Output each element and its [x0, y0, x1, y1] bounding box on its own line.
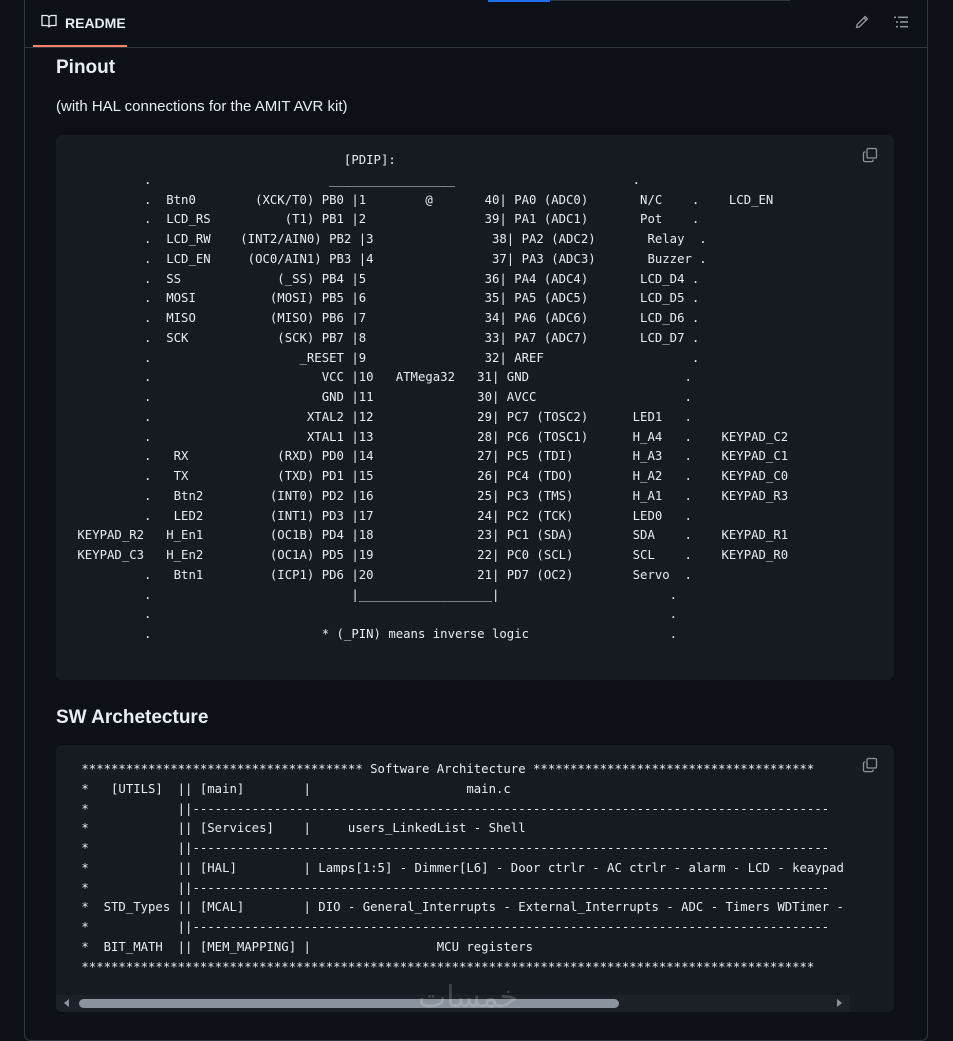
scroll-right-arrow-icon[interactable] [837, 999, 842, 1007]
readme-header: README [25, 0, 927, 48]
watermark-logo: خمسات [418, 980, 519, 1015]
pinout-code: [PDIP]: . _________________ . . Btn0 (XC… [77, 153, 789, 641]
tab-readme[interactable]: README [33, 0, 127, 47]
tab-readme-label: README [65, 14, 126, 31]
edit-button[interactable] [852, 14, 872, 34]
book-icon [41, 13, 57, 32]
copy-pinout-button[interactable] [860, 147, 880, 167]
architecture-heading: SW Archetecture [56, 707, 209, 728]
pinout-heading: Pinout [56, 57, 116, 78]
outline-button[interactable] [891, 14, 911, 34]
architecture-code-block: ************************************** S… [56, 745, 894, 1012]
pencil-icon [854, 14, 870, 35]
scroll-left-arrow-icon[interactable] [64, 999, 69, 1007]
copy-icon [862, 757, 878, 778]
architecture-code-viewport[interactable]: ************************************** S… [56, 745, 850, 995]
architecture-code: ************************************** S… [81, 762, 844, 974]
pinout-subtitle: (with HAL connections for the AMIT AVR k… [56, 98, 348, 115]
copy-icon [862, 147, 878, 168]
scrollbar-thumb[interactable] [79, 999, 619, 1008]
pinout-code-block: [PDIP]: . _________________ . . Btn0 (XC… [56, 135, 894, 680]
copy-architecture-button[interactable] [860, 757, 880, 777]
list-icon [893, 14, 909, 35]
